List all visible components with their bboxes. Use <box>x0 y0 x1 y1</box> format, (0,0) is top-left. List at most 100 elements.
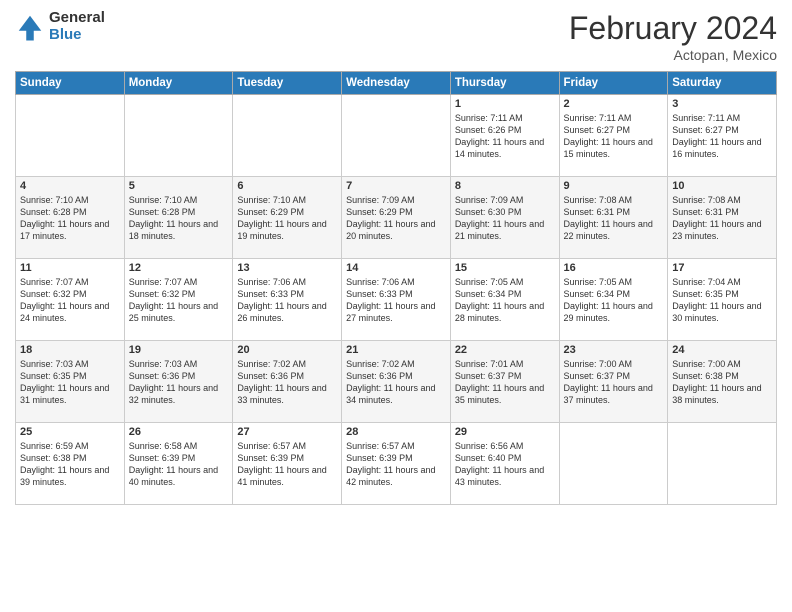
day-info: Sunrise: 7:08 AM Sunset: 6:31 PM Dayligh… <box>564 194 664 243</box>
day-info: Sunrise: 7:11 AM Sunset: 6:27 PM Dayligh… <box>564 112 664 161</box>
empty-cell <box>16 95 125 177</box>
day-header-friday: Friday <box>559 72 668 95</box>
day-number: 15 <box>455 262 555 274</box>
day-cell-21: 21Sunrise: 7:02 AM Sunset: 6:36 PM Dayli… <box>342 341 451 423</box>
logo-text: General Blue <box>49 10 105 43</box>
calendar-title: February 2024 <box>569 10 777 47</box>
day-cell-1: 1 Sunrise: 7:11 AM Sunset: 6:26 PM Daylig… <box>450 95 559 177</box>
day-cell-14: 14 Sunrise: 7:06 AM Sunset: 6:33 PM Dayli… <box>342 259 451 341</box>
day-info: Sunrise: 7:07 AM Sunset: 6:32 PM Dayligh… <box>129 276 229 325</box>
day-info: Sunrise: 6:57 AM Sunset: 6:39 PM Dayligh… <box>346 440 446 489</box>
day-info: Sunrise: 7:10 AM Sunset: 6:28 PM Dayligh… <box>129 194 229 243</box>
week-row-3: 11 Sunrise: 7:07 AM Sunset: 6:32 PM Dayli… <box>16 259 777 341</box>
day-header-monday: Monday <box>124 72 233 95</box>
day-cell-12: 12 Sunrise: 7:07 AM Sunset: 6:32 PM Dayli… <box>124 259 233 341</box>
day-number: 11 <box>20 262 120 274</box>
empty-cell <box>668 423 777 505</box>
day-number: 1 <box>455 98 555 110</box>
day-number: 19 <box>129 344 229 356</box>
day-number: 6 <box>237 180 337 192</box>
calendar-header-row: SundayMondayTuesdayWednesdayThursdayFrid… <box>16 72 777 95</box>
day-info: Sunrise: 7:03 AM Sunset: 6:35 PM Dayligh… <box>20 358 120 407</box>
logo-blue: Blue <box>49 27 105 44</box>
day-info: Sunrise: 7:07 AM Sunset: 6:32 PM Dayligh… <box>20 276 120 325</box>
day-number: 9 <box>564 180 664 192</box>
day-info: Sunrise: 7:09 AM Sunset: 6:30 PM Dayligh… <box>455 194 555 243</box>
day-header-wednesday: Wednesday <box>342 72 451 95</box>
day-number: 24 <box>672 344 772 356</box>
day-info: Sunrise: 7:01 AM Sunset: 6:37 PM Dayligh… <box>455 358 555 407</box>
day-number: 28 <box>346 426 446 438</box>
day-info: Sunrise: 7:06 AM Sunset: 6:33 PM Dayligh… <box>346 276 446 325</box>
day-info: Sunrise: 7:02 AM Sunset: 6:36 PM Dayligh… <box>237 358 337 407</box>
day-cell-10: 10 Sunrise: 7:08 AM Sunset: 6:31 PM Dayli… <box>668 177 777 259</box>
empty-cell <box>342 95 451 177</box>
day-cell-9: 9 Sunrise: 7:08 AM Sunset: 6:31 PM Daylig… <box>559 177 668 259</box>
calendar-subtitle: Actopan, Mexico <box>569 47 777 63</box>
day-number: 4 <box>20 180 120 192</box>
day-number: 5 <box>129 180 229 192</box>
day-cell-17: 17 Sunrise: 7:04 AM Sunset: 6:35 PM Dayli… <box>668 259 777 341</box>
day-header-saturday: Saturday <box>668 72 777 95</box>
day-number: 12 <box>129 262 229 274</box>
day-cell-24: 24 Sunrise: 7:00 AM Sunset: 6:38 PM Dayli… <box>668 341 777 423</box>
page: General Blue February 2024 Actopan, Mexi… <box>0 0 792 612</box>
day-cell-19: 19 Sunrise: 7:03 AM Sunset: 6:36 PM Dayli… <box>124 341 233 423</box>
day-number: 10 <box>672 180 772 192</box>
day-info: Sunrise: 7:04 AM Sunset: 6:35 PM Dayligh… <box>672 276 772 325</box>
day-cell-26: 26 Sunrise: 6:58 AM Sunset: 6:39 PM Dayli… <box>124 423 233 505</box>
day-cell-8: 8 Sunrise: 7:09 AM Sunset: 6:30 PM Daylig… <box>450 177 559 259</box>
day-number: 14 <box>346 262 446 274</box>
day-info: Sunrise: 6:57 AM Sunset: 6:39 PM Dayligh… <box>237 440 337 489</box>
day-info: Sunrise: 7:08 AM Sunset: 6:31 PM Dayligh… <box>672 194 772 243</box>
header: General Blue February 2024 Actopan, Mexi… <box>15 10 777 63</box>
day-number: 2 <box>564 98 664 110</box>
day-cell-28: 28 Sunrise: 6:57 AM Sunset: 6:39 PM Dayli… <box>342 423 451 505</box>
day-info: Sunrise: 7:05 AM Sunset: 6:34 PM Dayligh… <box>455 276 555 325</box>
day-info: Sunrise: 7:03 AM Sunset: 6:36 PM Dayligh… <box>129 358 229 407</box>
day-number: 27 <box>237 426 337 438</box>
day-cell-2: 2 Sunrise: 7:11 AM Sunset: 6:27 PM Daylig… <box>559 95 668 177</box>
empty-cell <box>559 423 668 505</box>
day-number: 8 <box>455 180 555 192</box>
day-cell-11: 11 Sunrise: 7:07 AM Sunset: 6:32 PM Dayli… <box>16 259 125 341</box>
week-row-1: 1 Sunrise: 7:11 AM Sunset: 6:26 PM Daylig… <box>16 95 777 177</box>
day-cell-27: 27 Sunrise: 6:57 AM Sunset: 6:39 PM Dayli… <box>233 423 342 505</box>
day-cell-13: 13 Sunrise: 7:06 AM Sunset: 6:33 PM Dayli… <box>233 259 342 341</box>
day-cell-16: 16Sunrise: 7:05 AM Sunset: 6:34 PM Dayli… <box>559 259 668 341</box>
day-cell-7: 7 Sunrise: 7:09 AM Sunset: 6:29 PM Daylig… <box>342 177 451 259</box>
logo-general: General <box>49 10 105 27</box>
day-header-sunday: Sunday <box>16 72 125 95</box>
day-number: 7 <box>346 180 446 192</box>
day-cell-23: 23Sunrise: 7:00 AM Sunset: 6:37 PM Dayli… <box>559 341 668 423</box>
day-number: 25 <box>20 426 120 438</box>
week-row-5: 25 Sunrise: 6:59 AM Sunset: 6:38 PM Dayli… <box>16 423 777 505</box>
day-number: 13 <box>237 262 337 274</box>
day-number: 26 <box>129 426 229 438</box>
day-info: Sunrise: 7:00 AM Sunset: 6:37 PM Dayligh… <box>564 358 664 407</box>
day-info: Sunrise: 7:10 AM Sunset: 6:28 PM Dayligh… <box>20 194 120 243</box>
day-info: Sunrise: 7:11 AM Sunset: 6:27 PM Dayligh… <box>672 112 772 161</box>
day-cell-15: 15 Sunrise: 7:05 AM Sunset: 6:34 PM Dayli… <box>450 259 559 341</box>
empty-cell <box>124 95 233 177</box>
week-row-4: 18Sunrise: 7:03 AM Sunset: 6:35 PM Dayli… <box>16 341 777 423</box>
day-number: 17 <box>672 262 772 274</box>
logo: General Blue <box>15 10 105 43</box>
day-info: Sunrise: 6:58 AM Sunset: 6:39 PM Dayligh… <box>129 440 229 489</box>
day-number: 29 <box>455 426 555 438</box>
logo-icon <box>15 12 45 42</box>
day-info: Sunrise: 6:59 AM Sunset: 6:38 PM Dayligh… <box>20 440 120 489</box>
day-info: Sunrise: 7:00 AM Sunset: 6:38 PM Dayligh… <box>672 358 772 407</box>
day-info: Sunrise: 7:06 AM Sunset: 6:33 PM Dayligh… <box>237 276 337 325</box>
day-cell-29: 29Sunrise: 6:56 AM Sunset: 6:40 PM Dayli… <box>450 423 559 505</box>
day-info: Sunrise: 7:09 AM Sunset: 6:29 PM Dayligh… <box>346 194 446 243</box>
week-row-2: 4 Sunrise: 7:10 AM Sunset: 6:28 PM Daylig… <box>16 177 777 259</box>
title-block: February 2024 Actopan, Mexico <box>569 10 777 63</box>
day-info: Sunrise: 7:02 AM Sunset: 6:36 PM Dayligh… <box>346 358 446 407</box>
day-number: 3 <box>672 98 772 110</box>
day-info: Sunrise: 7:11 AM Sunset: 6:26 PM Dayligh… <box>455 112 555 161</box>
day-cell-18: 18Sunrise: 7:03 AM Sunset: 6:35 PM Dayli… <box>16 341 125 423</box>
day-number: 16 <box>564 262 664 274</box>
day-number: 22 <box>455 344 555 356</box>
calendar-table: SundayMondayTuesdayWednesdayThursdayFrid… <box>15 71 777 505</box>
